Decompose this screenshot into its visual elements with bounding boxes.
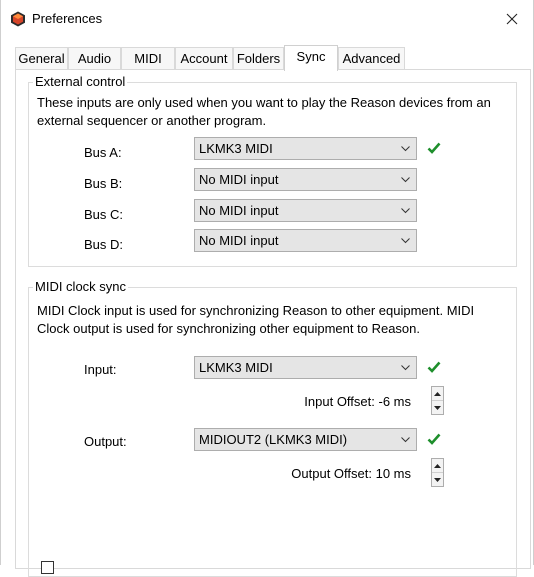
send-midi-clock-checkbox[interactable] (41, 561, 54, 574)
tab-folders[interactable]: Folders (233, 47, 284, 69)
title-bar: Preferences (1, 0, 533, 38)
bus-a-select[interactable]: LKMK3 MIDI (194, 137, 417, 160)
tab-account[interactable]: Account (175, 47, 233, 69)
clock-output-label: Output: (84, 434, 127, 449)
input-offset-label: Input Offset: -6 ms (304, 394, 411, 409)
chevron-down-icon (401, 177, 410, 183)
output-offset-spinner[interactable] (431, 458, 444, 487)
description-line: MIDI Clock input is used for synchronizi… (37, 303, 475, 318)
external-control-description: These inputs are only used when you want… (37, 94, 512, 130)
close-icon (506, 13, 518, 25)
chevron-down-icon (401, 238, 410, 244)
bus-b-value: No MIDI input (199, 172, 279, 187)
input-offset-up-button[interactable] (432, 387, 443, 401)
bus-c-value: No MIDI input (199, 203, 279, 218)
clock-input-label: Input: (84, 362, 117, 377)
output-offset-label: Output Offset: 10 ms (291, 466, 411, 481)
bus-b-select[interactable]: No MIDI input (194, 168, 417, 191)
description-line: Clock output is used for synchronizing o… (37, 321, 420, 336)
bus-d-label: Bus D: (84, 237, 124, 252)
triangle-down-icon (434, 405, 441, 410)
chevron-down-icon (401, 365, 410, 371)
clock-output-value: MIDIOUT2 (LKMK3 MIDI) (199, 432, 348, 447)
midi-clock-description: MIDI Clock input is used for synchronizi… (37, 302, 512, 338)
triangle-up-icon (434, 391, 441, 396)
preferences-window: Preferences General Audio MIDI Account F… (0, 0, 534, 577)
checkmark-icon (427, 361, 441, 373)
clock-input-select[interactable]: LKMK3 MIDI (194, 356, 417, 379)
bus-d-select[interactable]: No MIDI input (194, 229, 417, 252)
tab-audio[interactable]: Audio (68, 47, 121, 69)
bus-c-select[interactable]: No MIDI input (194, 199, 417, 222)
chevron-down-icon (401, 208, 410, 214)
midi-clock-sync-title: MIDI clock sync (33, 279, 129, 294)
tab-advanced[interactable]: Advanced (338, 47, 405, 69)
close-button[interactable] (499, 6, 525, 32)
triangle-down-icon (434, 477, 441, 482)
chevron-down-icon (401, 146, 410, 152)
checkmark-icon (427, 142, 441, 154)
external-control-title: External control (33, 74, 128, 89)
chevron-down-icon (401, 437, 410, 443)
bus-a-value: LKMK3 MIDI (199, 141, 273, 156)
clock-input-value: LKMK3 MIDI (199, 360, 273, 375)
input-offset-spinner[interactable] (431, 386, 444, 415)
bus-c-label: Bus C: (84, 207, 124, 222)
sync-tab-panel: External control These inputs are only u… (15, 69, 531, 577)
bus-a-label: Bus A: (84, 145, 122, 160)
bus-b-label: Bus B: (84, 176, 123, 191)
reason-app-icon (10, 11, 26, 27)
tab-sync[interactable]: Sync (284, 45, 338, 71)
external-control-group: External control These inputs are only u… (28, 74, 517, 267)
bus-d-value: No MIDI input (199, 233, 279, 248)
output-offset-down-button[interactable] (432, 473, 443, 486)
description-line: external sequencer or another program. (37, 113, 267, 128)
output-offset-up-button[interactable] (432, 459, 443, 473)
midi-clock-sync-group: MIDI clock sync MIDI Clock input is used… (28, 279, 517, 577)
tab-general[interactable]: General (15, 47, 68, 69)
input-offset-down-button[interactable] (432, 401, 443, 414)
triangle-up-icon (434, 463, 441, 468)
clock-output-select[interactable]: MIDIOUT2 (LKMK3 MIDI) (194, 428, 417, 451)
description-line: These inputs are only used when you want… (37, 95, 491, 110)
checkmark-icon (427, 433, 441, 445)
tab-midi[interactable]: MIDI (121, 47, 175, 69)
window-title: Preferences (32, 11, 103, 26)
